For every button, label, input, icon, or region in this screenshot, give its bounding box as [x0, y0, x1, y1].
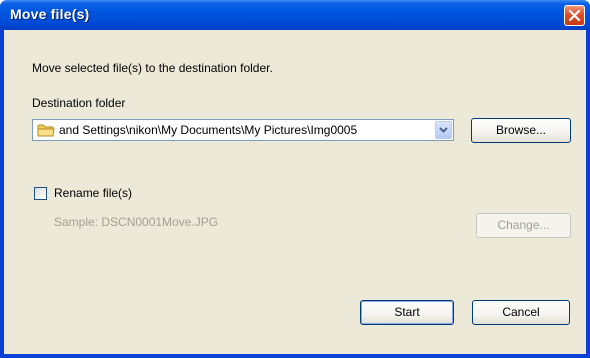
cancel-button[interactable]: Cancel — [472, 300, 570, 325]
destination-folder-label: Destination folder — [32, 96, 126, 110]
chevron-down-icon — [439, 127, 448, 133]
combo-dropdown-button[interactable] — [435, 121, 452, 139]
start-button[interactable]: Start — [360, 300, 454, 325]
rename-sample-text: Sample: DSCN0001Move.JPG — [54, 215, 219, 229]
close-icon — [569, 10, 580, 21]
folder-icon — [37, 124, 55, 137]
instruction-text: Move selected file(s) to the destination… — [32, 61, 273, 75]
change-button[interactable]: Change... — [476, 213, 571, 238]
move-files-dialog: Move file(s) Move selected file(s) to th… — [0, 0, 590, 358]
title-bar[interactable]: Move file(s) — [0, 0, 590, 30]
browse-button[interactable]: Browse... — [471, 118, 571, 143]
destination-folder-combo[interactable]: and Settings\nikon\My Documents\My Pictu… — [32, 119, 454, 141]
rename-files-label[interactable]: Rename file(s) — [54, 186, 132, 200]
dialog-title: Move file(s) — [10, 6, 90, 22]
destination-folder-path: and Settings\nikon\My Documents\My Pictu… — [59, 123, 358, 137]
rename-checkbox[interactable] — [34, 187, 47, 200]
close-button[interactable] — [564, 5, 585, 26]
dialog-body: Move selected file(s) to the destination… — [4, 30, 586, 354]
